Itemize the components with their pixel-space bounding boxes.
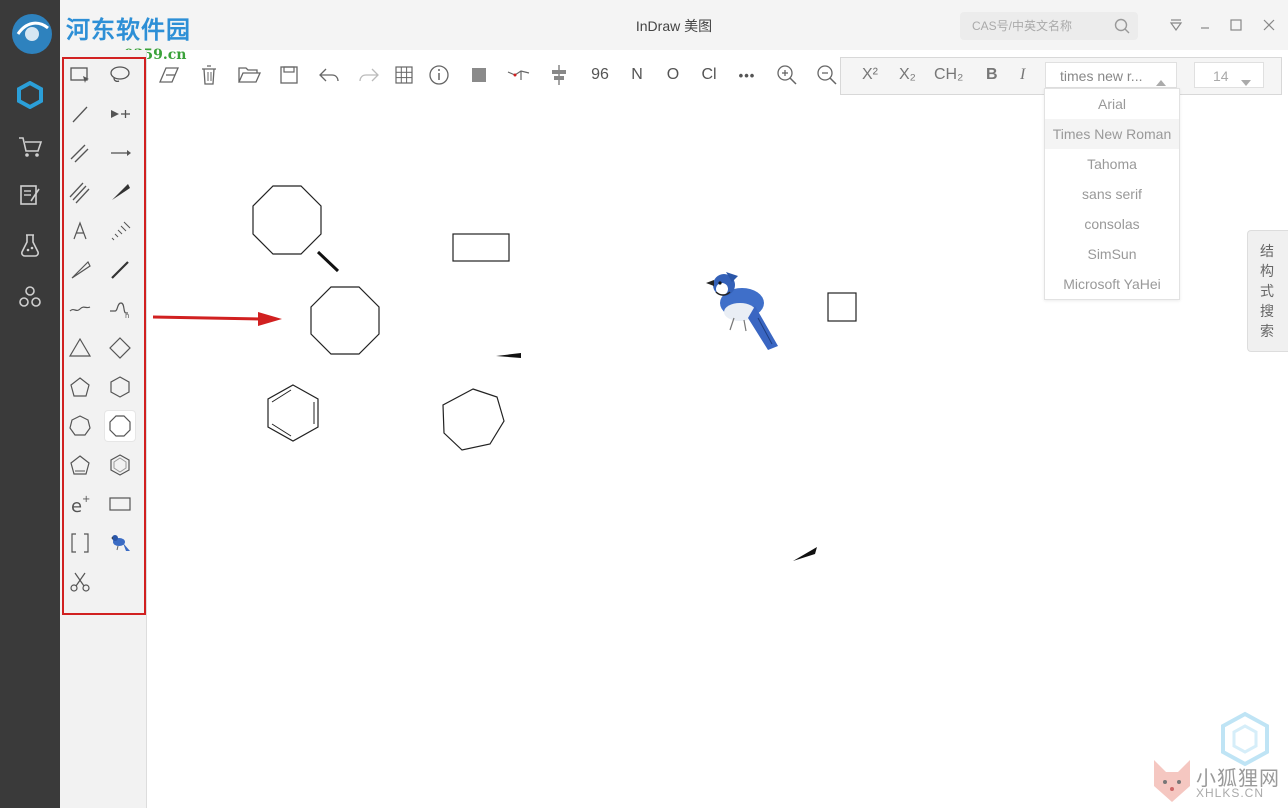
info-icon[interactable]	[426, 62, 452, 88]
font-family-value: times new r...	[1060, 68, 1143, 84]
font-size-select[interactable]: 14	[1194, 62, 1264, 88]
align-icon[interactable]	[546, 62, 572, 88]
watermark-site-name: 河东软件园	[66, 15, 191, 44]
octagon-structure[interactable]	[252, 185, 322, 255]
watermark-corner-url: XHLKS.CN	[1196, 786, 1265, 800]
notes-icon[interactable]	[15, 180, 45, 210]
search-input[interactable]	[972, 18, 1102, 34]
flask-icon[interactable]	[15, 230, 45, 260]
structure-search-label: 结构式搜索	[1260, 243, 1274, 339]
search-icon[interactable]	[1114, 18, 1130, 39]
bold-bond[interactable]	[316, 250, 340, 273]
eraser-icon[interactable]	[156, 62, 182, 88]
font-family-select[interactable]: times new r...	[1045, 62, 1177, 88]
atom-o-button[interactable]: O	[660, 62, 686, 88]
zoom-out-icon[interactable]	[814, 62, 840, 88]
benzene-structure[interactable]	[267, 384, 319, 442]
square-shape[interactable]	[827, 292, 857, 322]
watermark-logo	[4, 8, 60, 56]
italic-button[interactable]: I	[1020, 66, 1025, 84]
wedge-bond[interactable]	[496, 353, 521, 358]
molecule-icon[interactable]	[15, 282, 45, 312]
save-icon[interactable]	[276, 62, 302, 88]
zoom-in-icon[interactable]	[774, 62, 800, 88]
fragment-icon[interactable]	[506, 62, 532, 88]
watermark-fox-icon	[1154, 760, 1190, 802]
undo-icon[interactable]	[316, 62, 342, 88]
atom-count-button[interactable]: 96	[586, 62, 614, 88]
redo-icon[interactable]	[356, 62, 382, 88]
title-bar: InDraw 美图	[60, 0, 1288, 50]
bird-image[interactable]	[706, 272, 778, 350]
open-folder-icon[interactable]	[236, 62, 262, 88]
rectangle-shape[interactable]	[452, 233, 510, 262]
tool-palette-highlight-frame	[62, 57, 146, 615]
heptagon-structure[interactable]	[442, 388, 505, 451]
search-box[interactable]	[960, 12, 1138, 40]
drawing-canvas[interactable]	[146, 96, 1246, 808]
maximize-icon[interactable]	[1229, 18, 1243, 32]
caret-down-icon	[1241, 73, 1251, 91]
close-icon[interactable]	[1262, 18, 1276, 32]
superscript-button[interactable]: X²	[862, 66, 878, 84]
hexagon-logo-icon[interactable]	[15, 80, 45, 110]
formula-button[interactable]: CH₂	[934, 66, 963, 84]
structure-search-tab[interactable]: 结构式搜索	[1247, 230, 1288, 352]
annotation-arrow	[152, 312, 282, 326]
wedge-bond[interactable]	[793, 547, 817, 561]
subscript-button[interactable]: X₂	[899, 66, 916, 84]
trash-icon[interactable]	[196, 62, 222, 88]
watermark-snowflake-icon	[1221, 711, 1269, 767]
cart-icon[interactable]	[15, 132, 45, 162]
atom-n-button[interactable]: N	[624, 62, 650, 88]
more-options-button[interactable]: •••	[732, 62, 762, 88]
font-size-value: 14	[1213, 68, 1229, 84]
menu-dropdown-icon[interactable]	[1169, 18, 1183, 32]
grid-icon[interactable]	[391, 62, 417, 88]
fill-color-icon[interactable]	[466, 62, 492, 88]
app-sidebar	[0, 0, 60, 808]
bold-button[interactable]: B	[986, 66, 998, 84]
minimize-icon[interactable]	[1198, 18, 1212, 32]
atom-cl-button[interactable]: Cl	[696, 62, 722, 88]
octagon-structure[interactable]	[310, 286, 380, 355]
